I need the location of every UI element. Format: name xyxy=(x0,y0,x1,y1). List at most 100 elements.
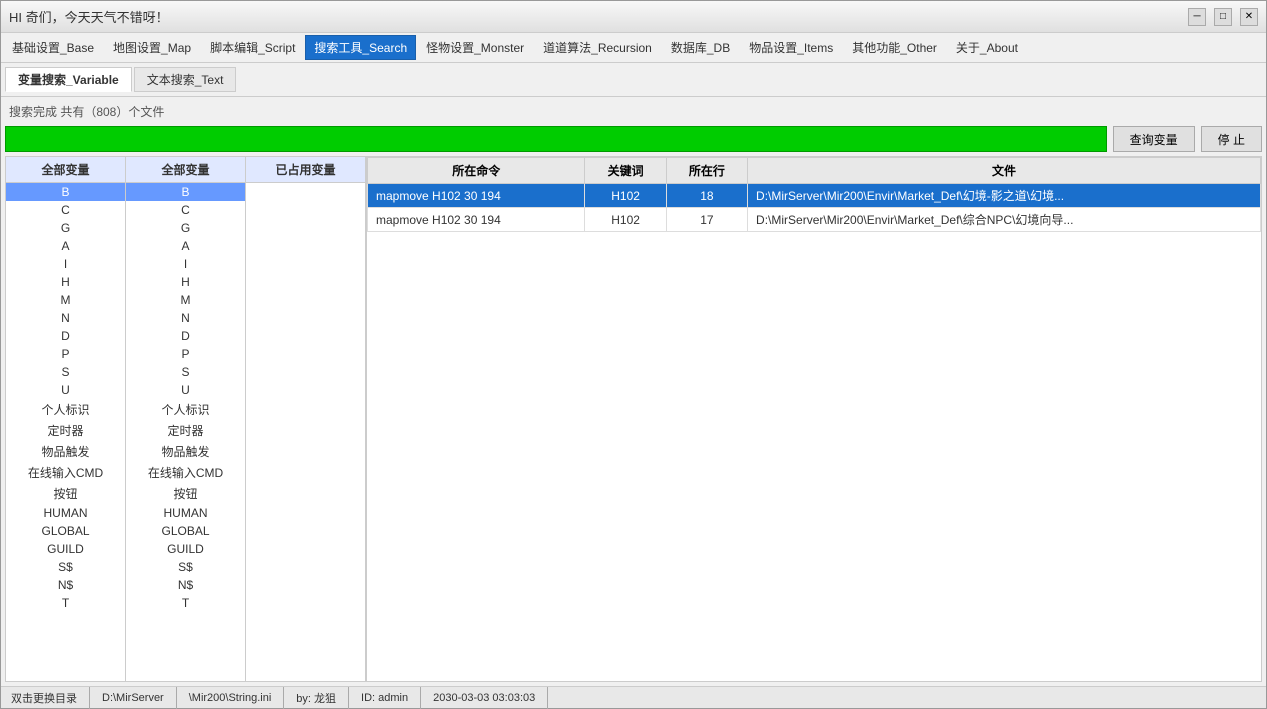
table-row[interactable]: mapmove H102 30 194 H102 17 D:\MirServer… xyxy=(368,208,1261,232)
col2-item-personal[interactable]: 个人标识 xyxy=(126,399,245,420)
status-double-click[interactable]: 双击更换目录 xyxy=(7,687,90,709)
col1-item-s[interactable]: S xyxy=(6,363,125,381)
col2-item-item-trigger[interactable]: 物品触发 xyxy=(126,441,245,462)
col2-item-i[interactable]: I xyxy=(126,255,245,273)
cell-file: D:\MirServer\Mir200\Envir\Market_Def\综合N… xyxy=(748,208,1261,232)
col2-item-a[interactable]: A xyxy=(126,237,245,255)
col-cmd: 所在命令 xyxy=(368,158,585,184)
col1-item-a[interactable]: A xyxy=(6,237,125,255)
content-area: 搜索完成 共有（808）个文件 查询变量 停 止 全部变量 B C G A I … xyxy=(1,97,1266,686)
all-variable-col1: 全部变量 B C G A I H M N D P S U 个人标识 定时器 物品… xyxy=(6,157,126,681)
col1-item-global[interactable]: GLOBAL xyxy=(6,522,125,540)
all-variable-col2: 全部变量 B C G A I H M N D P S U 个人标识 定时器 物品… xyxy=(126,157,246,681)
status-by: by: 龙狙 xyxy=(284,687,349,709)
col2-item-n[interactable]: N xyxy=(126,309,245,327)
sub-tab-bar: 变量搜索_Variable 文本搜索_Text xyxy=(1,63,1266,97)
col1-item-human[interactable]: HUMAN xyxy=(6,504,125,522)
used-variable-col3: 已占用变量 xyxy=(246,157,366,681)
menu-monster[interactable]: 怪物设置_Monster xyxy=(417,35,533,60)
menu-items[interactable]: 物品设置_Items xyxy=(740,35,842,60)
col1-item-guild[interactable]: GUILD xyxy=(6,540,125,558)
col1-item-g[interactable]: G xyxy=(6,219,125,237)
left-panel: 全部变量 B C G A I H M N D P S U 个人标识 定时器 物品… xyxy=(6,157,367,681)
query-button[interactable]: 查询变量 xyxy=(1113,126,1195,152)
menu-db[interactable]: 数据库_DB xyxy=(662,35,739,60)
col2-item-d[interactable]: D xyxy=(126,327,245,345)
col-line: 所在行 xyxy=(666,158,747,184)
col2-item-h[interactable]: H xyxy=(126,273,245,291)
col1-item-m[interactable]: M xyxy=(6,291,125,309)
col1-item-button[interactable]: 按钮 xyxy=(6,483,125,504)
status-datetime: 2030-03-03 03:03:03 xyxy=(421,687,548,709)
title-bar: HI 奇们，今天天气不错呀！ ─ □ ✕ xyxy=(1,1,1266,33)
col2-header: 全部变量 xyxy=(126,157,245,183)
menu-about[interactable]: 关于_About xyxy=(947,35,1027,60)
col2-item-g[interactable]: G xyxy=(126,219,245,237)
status-bar: 双击更换目录 D:\MirServer \Mir200\String.ini b… xyxy=(1,686,1266,708)
cell-cmd: mapmove H102 30 194 xyxy=(368,184,585,208)
status-path2: \Mir200\String.ini xyxy=(177,687,285,709)
col1-item-s$[interactable]: S$ xyxy=(6,558,125,576)
window-title: HI 奇们，今天天气不错呀！ xyxy=(9,7,169,26)
maximize-button[interactable]: □ xyxy=(1214,8,1232,26)
main-window: HI 奇们，今天天气不错呀！ ─ □ ✕ 基础设置_Base 地图设置_Map … xyxy=(0,0,1267,709)
cell-keyword: H102 xyxy=(585,184,666,208)
col2-item-online-cmd[interactable]: 在线输入CMD xyxy=(126,462,245,483)
menu-other[interactable]: 其他功能_Other xyxy=(843,35,946,60)
col1-item-h[interactable]: H xyxy=(6,273,125,291)
col1-item-n[interactable]: N xyxy=(6,309,125,327)
tab-text[interactable]: 文本搜索_Text xyxy=(134,67,237,92)
col1-item-timer[interactable]: 定时器 xyxy=(6,420,125,441)
close-button[interactable]: ✕ xyxy=(1240,8,1258,26)
col2-item-button[interactable]: 按钮 xyxy=(126,483,245,504)
col1-item-personal[interactable]: 个人标识 xyxy=(6,399,125,420)
stop-button[interactable]: 停 止 xyxy=(1201,126,1262,152)
menu-recursion[interactable]: 道道算法_Recursion xyxy=(534,35,661,60)
search-info: 搜索完成 共有（808）个文件 xyxy=(5,101,1262,122)
col2-item-human[interactable]: HUMAN xyxy=(126,504,245,522)
col1-item-t[interactable]: T xyxy=(6,594,125,612)
col1-item-n$[interactable]: N$ xyxy=(6,576,125,594)
col2-item-b[interactable]: B xyxy=(126,183,245,201)
col1-item-item-trigger[interactable]: 物品触发 xyxy=(6,441,125,462)
col1-item-c[interactable]: C xyxy=(6,201,125,219)
col1-item-p[interactable]: P xyxy=(6,345,125,363)
col2-item-u[interactable]: U xyxy=(126,381,245,399)
col-keyword: 关键词 xyxy=(585,158,666,184)
col2-item-s[interactable]: S xyxy=(126,363,245,381)
col2-item-n$[interactable]: N$ xyxy=(126,576,245,594)
cell-file: D:\MirServer\Mir200\Envir\Market_Def\幻境-… xyxy=(748,184,1261,208)
right-panel: 所在命令 关键词 所在行 文件 mapmove H102 30 194 H102… xyxy=(367,157,1261,681)
col1-item-online-cmd[interactable]: 在线输入CMD xyxy=(6,462,125,483)
col2-item-c[interactable]: C xyxy=(126,201,245,219)
minimize-button[interactable]: ─ xyxy=(1188,8,1206,26)
menu-map[interactable]: 地图设置_Map xyxy=(104,35,200,60)
col1-item-u[interactable]: U xyxy=(6,381,125,399)
col1-item-i[interactable]: I xyxy=(6,255,125,273)
search-input[interactable] xyxy=(5,126,1107,152)
menu-script[interactable]: 脚本编辑_Script xyxy=(201,35,304,60)
col2-item-t[interactable]: T xyxy=(126,594,245,612)
table-row[interactable]: mapmove H102 30 194 H102 18 D:\MirServer… xyxy=(368,184,1261,208)
col1-item-d[interactable]: D xyxy=(6,327,125,345)
col2-item-timer[interactable]: 定时器 xyxy=(126,420,245,441)
col2-item-m[interactable]: M xyxy=(126,291,245,309)
col1-item-b[interactable]: B xyxy=(6,183,125,201)
main-area: 全部变量 B C G A I H M N D P S U 个人标识 定时器 物品… xyxy=(5,156,1262,682)
col2-item-global[interactable]: GLOBAL xyxy=(126,522,245,540)
result-table: 所在命令 关键词 所在行 文件 mapmove H102 30 194 H102… xyxy=(367,157,1261,232)
menu-bar: 基础设置_Base 地图设置_Map 脚本编辑_Script 搜索工具_Sear… xyxy=(1,33,1266,63)
tab-variable[interactable]: 变量搜索_Variable xyxy=(5,67,132,92)
menu-search[interactable]: 搜索工具_Search xyxy=(305,35,416,60)
col2-item-guild[interactable]: GUILD xyxy=(126,540,245,558)
col2-item-s$[interactable]: S$ xyxy=(126,558,245,576)
window-controls: ─ □ ✕ xyxy=(1188,8,1258,26)
col1-header: 全部变量 xyxy=(6,157,125,183)
status-id: ID: admin xyxy=(349,687,421,709)
menu-base[interactable]: 基础设置_Base xyxy=(3,35,103,60)
cell-line: 18 xyxy=(666,184,747,208)
search-bar: 查询变量 停 止 xyxy=(5,126,1262,152)
col2-item-p[interactable]: P xyxy=(126,345,245,363)
col3-header: 已占用变量 xyxy=(246,157,365,183)
col-file: 文件 xyxy=(748,158,1261,184)
